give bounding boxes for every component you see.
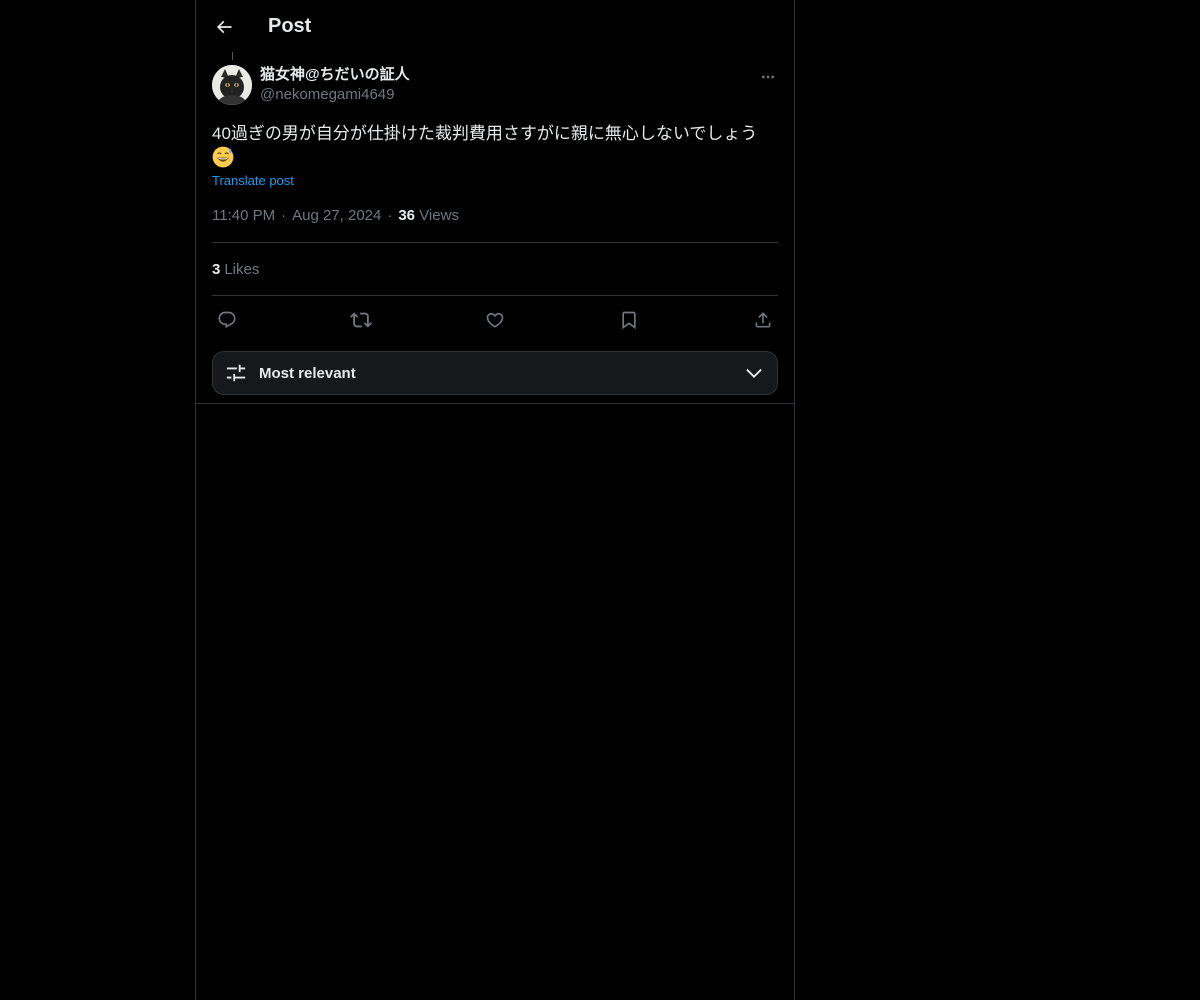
post-time[interactable]: 11:40 PM — [212, 207, 275, 224]
meta-separator: · — [387, 207, 393, 224]
views-label: Views — [419, 207, 459, 224]
cat-avatar-image — [212, 65, 252, 105]
share-button[interactable] — [752, 309, 774, 331]
author-display-name[interactable]: 猫女神@ちだいの証人 — [260, 65, 410, 85]
chevron-down-icon — [746, 368, 762, 378]
post-action-bar — [212, 296, 778, 344]
like-button[interactable] — [484, 309, 506, 331]
bookmark-button[interactable] — [618, 309, 640, 331]
views-count: 36 — [398, 207, 416, 224]
likes-count: 3 — [212, 260, 221, 278]
post-text: 40過ぎの男が自分が仕掛けた裁判費用さすがに親に無心しないでしょう — [212, 121, 778, 171]
top-bar: Post — [196, 0, 794, 53]
more-horizontal-icon — [762, 75, 774, 79]
post-detail: 猫女神@ちだいの証人 @nekomegami4649 40過ぎの男が自分が仕掛け… — [196, 53, 794, 404]
translate-post-link[interactable]: Translate post — [212, 173, 294, 188]
like-icon — [486, 312, 504, 328]
author-handle[interactable]: @nekomegami4649 — [260, 85, 410, 105]
page-title: Post — [268, 15, 312, 37]
likes-summary[interactable]: 3 Likes — [212, 243, 778, 296]
replies-sort-section: Most relevant — [196, 344, 794, 404]
arrow-left-icon — [216, 20, 232, 33]
author-info: 猫女神@ちだいの証人 @nekomegami4649 — [260, 65, 410, 105]
sort-label: Most relevant — [259, 364, 356, 382]
reply-button[interactable] — [216, 309, 238, 331]
reply-icon — [218, 311, 236, 329]
avatar[interactable] — [212, 65, 252, 105]
post-body-text: 40過ぎの男が自分が仕掛けた裁判費用さすがに親に無心しないでしょう — [212, 124, 758, 143]
grinning-sweat-emoji — [212, 146, 234, 168]
repost-icon — [350, 312, 372, 328]
more-options-button[interactable] — [758, 67, 778, 87]
bookmark-icon — [622, 311, 636, 330]
author-row: 猫女神@ちだいの証人 @nekomegami4649 — [212, 53, 778, 105]
repost-button[interactable] — [350, 309, 372, 331]
sliders-icon — [226, 364, 246, 382]
replies-sort-dropdown[interactable]: Most relevant — [212, 351, 778, 395]
post-date[interactable]: Aug 27, 2024 — [292, 207, 381, 224]
likes-label: Likes — [224, 260, 260, 278]
primary-column: Post 猫女神@ちだいの証人 @nekomegami4649 40過ぎの男が自… — [195, 0, 795, 1000]
share-icon — [755, 312, 771, 328]
post-metadata: 11:40 PM · Aug 27, 2024 · 36 Views — [212, 206, 778, 243]
meta-separator: · — [281, 207, 287, 224]
back-button[interactable] — [212, 15, 236, 39]
